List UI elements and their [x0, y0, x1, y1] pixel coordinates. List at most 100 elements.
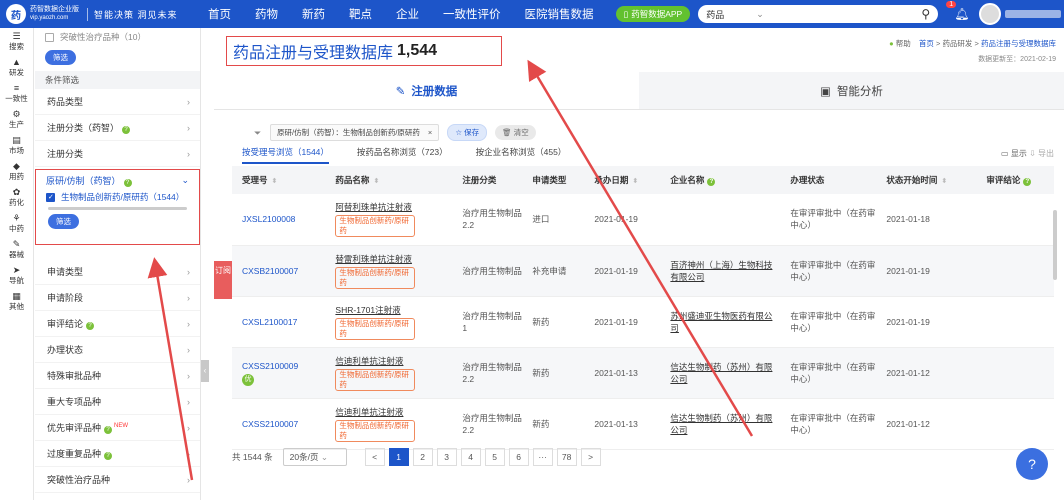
vertical-scrollbar[interactable] [1053, 210, 1057, 280]
tab-by-drug-name[interactable]: 按药品名称浏览（723） [357, 146, 448, 164]
logo[interactable]: 药 药智数据企业版 vip.yaozh.com 智能决策 洞见未来 [0, 4, 196, 24]
sort-icon[interactable]: ⬍ [373, 178, 379, 185]
filter-row[interactable]: 注册分类 › [35, 141, 200, 167]
table-row[interactable]: CXSB2100007 替雷利珠单抗注射液 生物制品创新药/原研药 治疗用生物制品 补充… [232, 245, 1054, 296]
table-row[interactable]: CXSS2100009 优信迪利单抗注射液 生物制品创新药/原研药 治疗用生物制品2.… [232, 347, 1054, 398]
rail-item[interactable]: ⚙ 生产 [0, 106, 33, 132]
filter-row[interactable]: 申请阶段 › [35, 285, 200, 311]
page-button[interactable]: 2 [412, 448, 433, 466]
company-link[interactable]: 信达生物制药（苏州）有限公司 [670, 362, 772, 384]
tab-by-acceptance-no[interactable]: 按受理号浏览（1544） [242, 146, 329, 164]
page-button[interactable]: 78 [556, 448, 577, 466]
rail-item[interactable]: ➤ 导航 [0, 262, 33, 288]
search-box[interactable]: 药品 ⌄ ⚲ [698, 5, 939, 23]
help-icon[interactable]: ? [122, 126, 131, 134]
company-link[interactable]: 信达生物制药（苏州）有限公司 [670, 413, 772, 435]
drug-name-link[interactable]: 信迪利单抗注射液 [335, 407, 403, 417]
help-icon[interactable]: ? [123, 178, 132, 187]
next-page-button[interactable]: > [580, 448, 601, 466]
filter-option-breakthrough[interactable]: 突破性治疗品种（10） [35, 28, 200, 46]
filter-option-biologic-original[interactable]: 生物制品创新药/原研药（1544） [36, 190, 199, 204]
nav-item[interactable]: 新药 [302, 6, 325, 22]
column-header[interactable]: 申请类型 [522, 166, 585, 194]
export-button[interactable]: ⇩ 导出 [1029, 149, 1054, 158]
username-masked[interactable] [1005, 10, 1062, 18]
filter-row[interactable]: 注册分类（药智）? › [35, 115, 200, 141]
checkbox[interactable] [45, 32, 54, 42]
nav-item[interactable]: 药物 [255, 6, 278, 22]
column-header[interactable]: 审评结论? [976, 166, 1054, 194]
avatar[interactable] [979, 3, 1002, 25]
table-row[interactable]: CXSS2100007 信迪利单抗注射液 生物制品创新药/原研药 治疗用生物制品2.2… [232, 398, 1054, 449]
nav-item[interactable]: 企业 [396, 6, 419, 22]
breadcrumb-home[interactable]: 首页 [919, 39, 934, 48]
acceptance-no-link[interactable]: CXSS2100007 [242, 418, 325, 430]
display-button[interactable]: 显示 [1011, 149, 1027, 158]
filter-row[interactable]: 过度重复品种? › [35, 441, 200, 467]
page-size-select[interactable]: 20条/页 ⌄ [282, 448, 347, 466]
prev-page-button[interactable]: < [364, 448, 385, 466]
page-button[interactable]: 4 [460, 448, 481, 466]
app-download-button[interactable]: ▯ 药智数据APP [615, 6, 691, 22]
tab-by-company[interactable]: 按企业名称浏览（455） [476, 146, 567, 164]
filter-row[interactable]: 突破性治疗品种 › [35, 467, 200, 493]
page-button[interactable]: 6 [508, 448, 529, 466]
rail-item[interactable]: ✎ 器械 [0, 236, 33, 262]
clear-button[interactable]: 🗑︎ 清空 [495, 125, 536, 140]
rail-item[interactable]: ✿ 药化 [0, 184, 33, 210]
help-icon[interactable]: ? [104, 426, 113, 434]
rail-item[interactable]: ≡ 一致性 [0, 80, 33, 106]
rail-item[interactable]: ▲ 研发 [0, 54, 33, 80]
column-header[interactable]: 办理状态 [780, 166, 877, 194]
company-link[interactable]: 百济神州（上海）生物科技有限公司 [670, 260, 772, 282]
close-icon[interactable]: × [428, 128, 432, 137]
rail-item[interactable]: ▦ 其他 [0, 288, 33, 314]
subscribe-button[interactable]: 订阅 [214, 261, 232, 299]
sort-icon[interactable]: ⬍ [632, 178, 638, 185]
collapse-panel-handle[interactable]: ‹ [201, 360, 209, 382]
filter-submit-button[interactable]: 筛选 [45, 50, 76, 65]
help-icon[interactable]: ? [104, 452, 113, 460]
table-row[interactable]: CXSL2100017 SHR-1701注射液 生物制品创新药/原研药 治疗用生物制品… [232, 296, 1054, 347]
acceptance-no-link[interactable]: CXSB2100007 [242, 265, 325, 277]
acceptance-no-link[interactable]: CXSS2100009 [242, 360, 325, 372]
search-scope-select[interactable]: 药品 [706, 8, 752, 21]
search-icon[interactable]: ⚲ [921, 7, 930, 21]
company-link[interactable]: 苏州盛迪亚生物医药有限公司 [670, 311, 772, 333]
column-header[interactable]: 受理号 ⬍ [232, 166, 326, 194]
column-header[interactable]: 状态开始时间 ⬍ [876, 166, 977, 194]
acceptance-no-link[interactable]: JXSL2100008 [242, 213, 325, 225]
rail-item[interactable]: ◆ 用药 [0, 158, 33, 184]
sort-icon[interactable]: ⬍ [272, 178, 278, 185]
help-icon[interactable]: ? [1023, 178, 1032, 186]
filter-row[interactable]: 申请类型 › [35, 259, 200, 285]
help-icon[interactable]: ? [707, 178, 716, 186]
filter-submit-button[interactable]: 筛选 [48, 214, 79, 229]
drug-name-link[interactable]: SHR-1701注射液 [335, 305, 400, 315]
filter-row[interactable]: 药品类型 › [35, 89, 200, 115]
column-header[interactable]: 承办日期 ⬍ [584, 166, 661, 194]
nav-item[interactable]: 医院销售数据 [525, 6, 594, 22]
help-icon[interactable]: ● [889, 39, 894, 48]
filter-row[interactable]: 特殊审批品种 › [35, 363, 200, 389]
sort-icon[interactable]: ⬍ [941, 178, 947, 185]
tab-smart-analysis[interactable]: ▣ 智能分析 [639, 72, 1064, 109]
page-button[interactable]: 5 [484, 448, 505, 466]
column-header[interactable]: 药品名称 ⬍ [325, 166, 453, 194]
nav-item[interactable]: 靶点 [349, 6, 372, 22]
page-button[interactable]: 1 [388, 448, 409, 466]
nav-item[interactable]: 一致性评价 [443, 6, 501, 22]
rail-item[interactable]: ☰ 搜索 [0, 28, 33, 54]
rail-item[interactable]: ⚘ 中药 [0, 210, 33, 236]
save-button[interactable]: ☆ 保存 [447, 124, 488, 141]
rail-item[interactable]: ▤ 市场 [0, 132, 33, 158]
filter-row[interactable]: 优先审评品种 ?NEW › [35, 415, 200, 441]
filter-row[interactable]: 审评结论? › [35, 311, 200, 337]
column-header[interactable]: 企业名称? [660, 166, 781, 194]
filter-group-header[interactable]: 原研/仿制（药智）? ⌄ [36, 170, 199, 190]
page-button[interactable]: ··· [532, 448, 553, 466]
help-icon[interactable]: ? [86, 322, 95, 330]
drug-name-link[interactable]: 阿替利珠单抗注射液 [335, 202, 412, 212]
drug-name-link[interactable]: 信迪利单抗注射液 [335, 356, 403, 366]
breadcrumb-mid[interactable]: 药品研发 [942, 39, 972, 48]
